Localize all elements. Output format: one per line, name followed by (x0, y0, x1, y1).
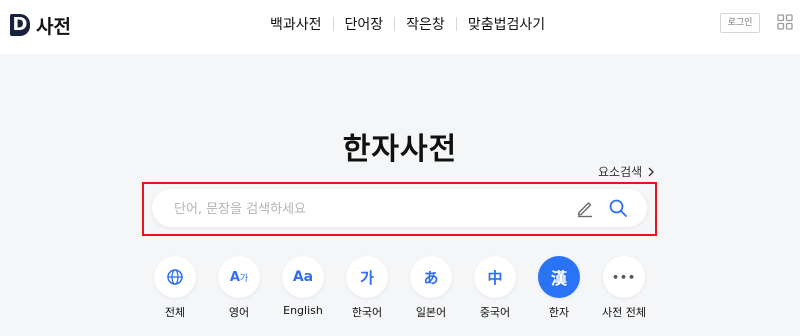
nav-divider (455, 17, 457, 31)
category-label: 영어 (228, 306, 250, 319)
login-button[interactable]: 로그인 (720, 13, 760, 33)
nav-item-spell-checker[interactable]: 맞춤법검사기 (468, 14, 545, 34)
element-search-link[interactable]: 요소검색 (598, 163, 656, 180)
english-icon: Aa (282, 256, 324, 298)
korean-icon: 가 (346, 256, 388, 298)
element-search-label: 요소검색 (598, 165, 643, 179)
globe-icon (167, 269, 183, 285)
category-label: 사전 전체 (602, 306, 646, 319)
more-icon: ••• (603, 256, 645, 298)
category-label: English (283, 304, 323, 317)
handwriting-pen-icon[interactable] (575, 198, 595, 218)
category-label: 한자 (548, 306, 570, 319)
nav-item-wordbook[interactable]: 단어장 (345, 14, 384, 34)
category-row: 전체 A가 영어 Aa English 가 한국어 あ 일본어 中 중국어 漢 … (0, 256, 800, 336)
hanja-icon: 漢 (538, 256, 580, 298)
nav-divider (394, 17, 396, 31)
apps-grid-icon[interactable] (777, 14, 793, 30)
category-label: 일본어 (415, 306, 447, 319)
header: D 사전 백과사전 단어장 작은창 맞춤법검사기 로그인 (0, 0, 800, 54)
chinese-icon: 中 (474, 256, 516, 298)
category-label: 중국어 (479, 306, 511, 319)
search-box (152, 189, 647, 227)
nav-divider (332, 17, 334, 31)
category-label: 전체 (164, 306, 186, 319)
nav-item-mini-window[interactable]: 작은창 (406, 14, 445, 34)
japanese-icon: あ (410, 256, 452, 298)
logo-text: 사전 (36, 15, 71, 38)
chevron-right-icon (648, 167, 655, 176)
search-icon[interactable] (608, 198, 628, 218)
page-title: 한자사전 (342, 132, 458, 167)
search-input[interactable] (172, 198, 566, 220)
english-korean-icon: A가 (218, 256, 260, 298)
category-label: 한국어 (351, 306, 383, 319)
category-icon (154, 256, 196, 298)
logo[interactable]: D 사전 (10, 10, 71, 40)
logo-mark: D (10, 14, 30, 36)
category-all-dictionaries[interactable]: ••• 사전 전체 (584, 256, 664, 320)
top-nav: 백과사전 단어장 작은창 맞춤법검사기 (270, 12, 545, 36)
nav-item-encyclopedia[interactable]: 백과사전 (270, 14, 322, 34)
